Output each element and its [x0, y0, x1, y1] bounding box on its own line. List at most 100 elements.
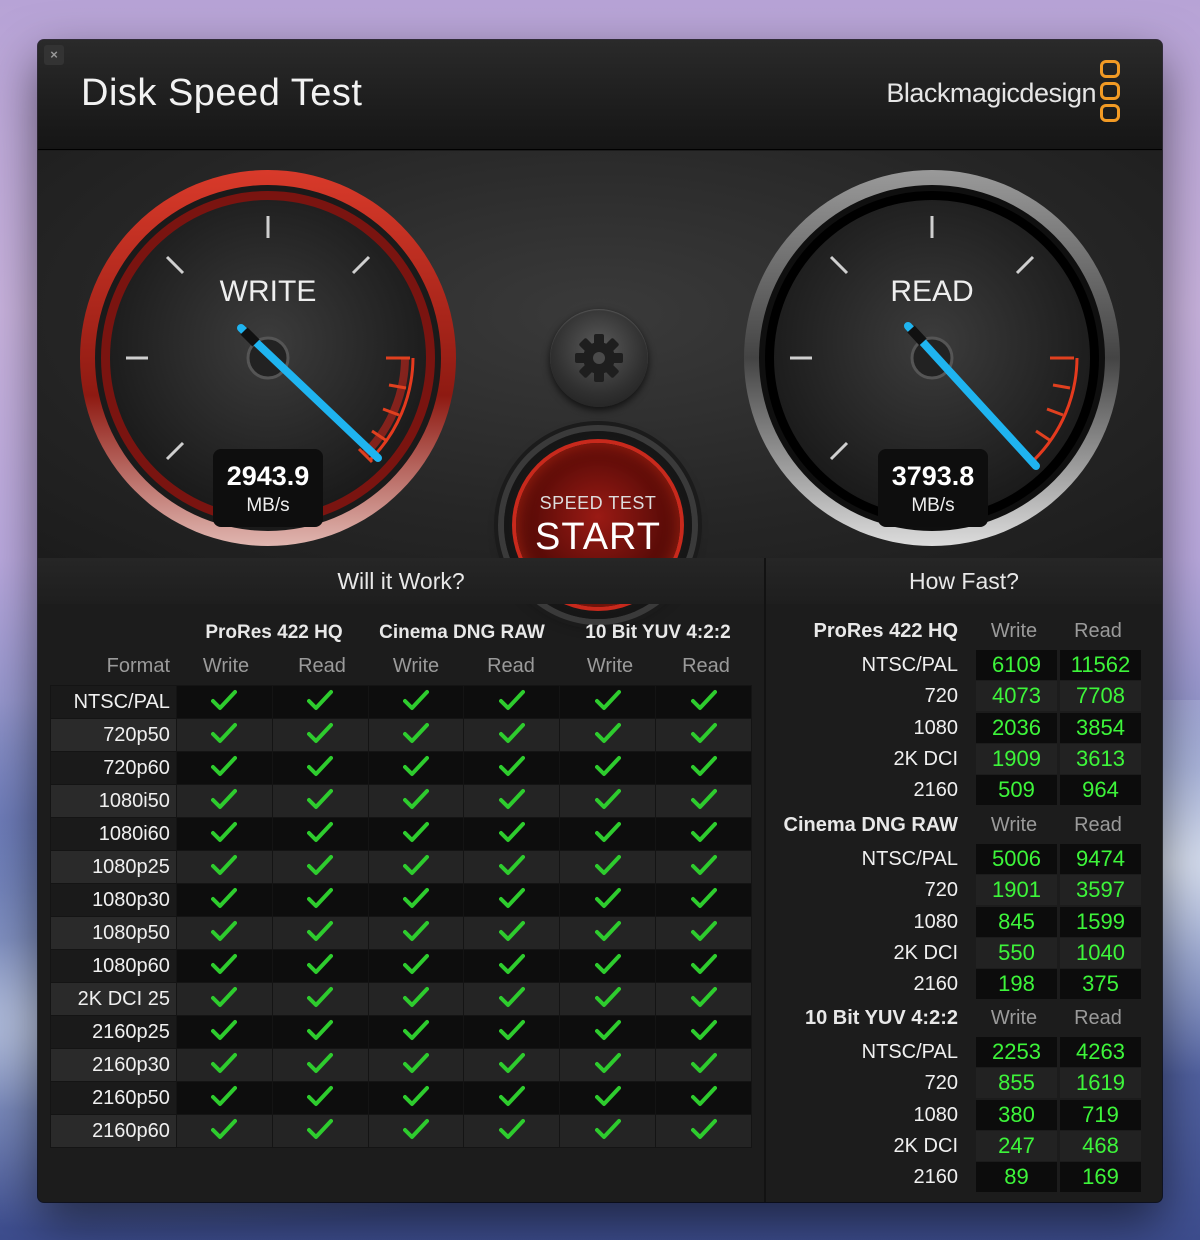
checkmark-icon — [307, 887, 334, 908]
read-fps-value: 1619 — [1060, 1068, 1141, 1099]
compatibility-cell — [463, 1114, 561, 1148]
compatibility-cell — [367, 751, 465, 785]
close-button[interactable]: × — [44, 45, 64, 65]
how-fast-row: 1080 845 1599 — [766, 906, 1162, 938]
compatibility-cell — [655, 1015, 752, 1049]
compatibility-cell — [655, 685, 752, 719]
write-fps-value: 6109 — [976, 650, 1057, 680]
settings-button[interactable] — [550, 309, 648, 407]
checkmark-icon — [690, 1118, 717, 1139]
checkmark-icon — [498, 1118, 525, 1139]
write-fps-value: 855 — [976, 1068, 1057, 1099]
write-fps-value: 550 — [976, 937, 1057, 968]
checkmark-icon — [498, 1085, 525, 1106]
format-label: 1080p25 — [50, 850, 177, 884]
compatibility-cell — [367, 685, 465, 719]
checkmark-icon — [307, 920, 334, 941]
how-fast-row: 720 1901 3597 — [766, 875, 1162, 906]
checkmark-icon — [594, 755, 621, 776]
compatibility-cell — [655, 883, 752, 917]
compatibility-cell — [271, 949, 369, 983]
resolution-label: NTSC/PAL — [861, 654, 958, 676]
compatibility-cell — [271, 1015, 369, 1049]
checkmark-icon — [690, 788, 717, 809]
checkmark-icon — [690, 953, 717, 974]
checkmark-icon — [690, 1052, 717, 1073]
how-fast-row: NTSC/PAL 2253 4263 — [766, 1037, 1162, 1068]
checkmark-icon — [594, 1052, 621, 1073]
compatibility-cell — [655, 1081, 752, 1115]
checkmark-icon — [403, 821, 429, 842]
compatibility-cell — [655, 817, 752, 851]
compatibility-cell — [367, 850, 465, 884]
gear-icon — [575, 334, 623, 382]
compatibility-cell — [271, 685, 369, 719]
checkmark-icon — [594, 986, 621, 1007]
write-speed-unit: MB/s — [246, 495, 290, 516]
compatibility-cell — [175, 718, 273, 752]
checkmark-icon — [690, 1085, 717, 1106]
write-readout: 2943.9 MB/s — [213, 449, 323, 527]
format-label: NTSC/PAL — [50, 685, 177, 719]
compatibility-cell — [175, 850, 273, 884]
how-fast-row: 2160 509 964 — [766, 775, 1162, 806]
how-fast-row: 2K DCI 550 1040 — [766, 937, 1162, 969]
checkmark-icon — [498, 788, 525, 809]
checkmark-icon — [211, 722, 238, 743]
table-row: 1080p30 — [50, 883, 752, 917]
read-fps-value: 9474 — [1060, 844, 1141, 874]
will-it-work-header: Will it Work? — [38, 558, 764, 604]
compatibility-cell — [463, 1015, 561, 1049]
resolution-label: 2160 — [913, 1166, 959, 1189]
read-fps-value: 169 — [1060, 1162, 1141, 1193]
write-fps-value: 198 — [976, 969, 1057, 1000]
read-readout: 3793.8 MB/s — [878, 449, 988, 527]
write-fps-value: 845 — [976, 906, 1057, 937]
codec-header-prores: ProRes 422 HQ — [205, 622, 343, 643]
brand-name: Blackmagicdesign — [886, 78, 1096, 108]
read-speed-value: 3793.8 — [891, 461, 975, 491]
subheader-write: Write — [586, 655, 634, 677]
compatibility-cell — [367, 1114, 465, 1148]
how-fast-write-header: Write — [990, 1007, 1038, 1029]
compatibility-cell — [367, 718, 465, 752]
table-row: 720p60 — [50, 751, 752, 785]
checkmark-icon — [498, 887, 525, 908]
read-fps-value: 3597 — [1060, 875, 1141, 906]
compatibility-cell — [463, 883, 561, 917]
compatibility-cell — [271, 1081, 369, 1115]
format-label: 1080i50 — [50, 784, 177, 818]
table-row: NTSC/PAL — [50, 685, 752, 719]
format-label: 1080p60 — [50, 949, 177, 983]
write-fps-value: 247 — [976, 1130, 1057, 1161]
resolution-label: 720 — [924, 685, 958, 708]
read-fps-value: 11562 — [1060, 650, 1141, 680]
checkmark-icon — [594, 788, 621, 809]
start-button-caption: SPEED TEST — [539, 493, 657, 513]
checkmark-icon — [594, 689, 621, 710]
checkmark-icon — [307, 755, 334, 776]
compatibility-cell — [175, 751, 273, 785]
resolution-label: 2160 — [913, 779, 959, 802]
how-fast-read-header: Read — [1074, 620, 1122, 642]
read-fps-value: 468 — [1060, 1130, 1141, 1161]
checkmark-icon — [211, 1019, 238, 1040]
checkmark-icon — [211, 887, 238, 908]
how-fast-group-title: 10 Bit YUV 4:2:2 — [804, 1007, 958, 1029]
compatibility-cell — [175, 1081, 273, 1115]
compatibility-cell — [175, 784, 273, 818]
checkmark-icon — [307, 1019, 334, 1040]
checkmark-icon — [403, 1052, 429, 1073]
compatibility-cell — [175, 883, 273, 917]
write-gauge-label: WRITE — [219, 275, 317, 308]
checkmark-icon — [307, 854, 334, 875]
compatibility-cell — [655, 850, 752, 884]
compatibility-cell — [655, 982, 752, 1016]
checkmark-icon — [307, 722, 334, 743]
resolution-label: 2K DCI — [893, 941, 958, 964]
compatibility-cell — [463, 982, 561, 1016]
compatibility-cell — [559, 817, 657, 851]
checkmark-icon — [498, 986, 525, 1007]
format-label: 2K DCI 25 — [50, 982, 177, 1016]
table-row: 2160p60 — [50, 1114, 752, 1148]
